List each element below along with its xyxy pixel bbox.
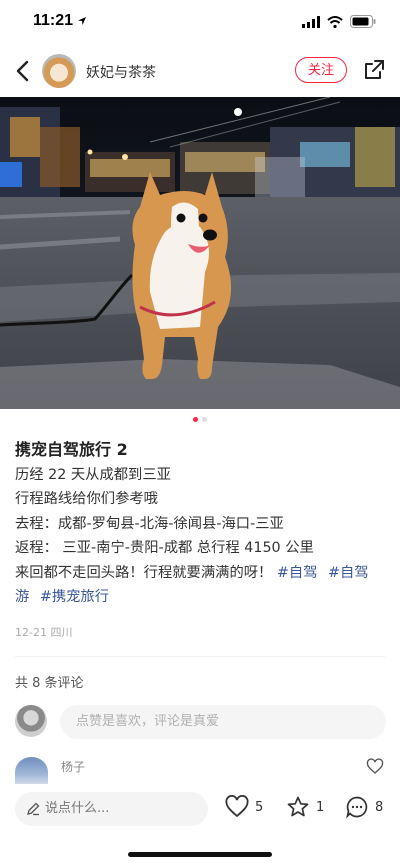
post-photo[interactable] [0, 97, 400, 409]
post-title: 携宠自驾旅行 2 [15, 440, 128, 459]
status-bar: 11:21 [0, 0, 400, 44]
back-arrow-icon[interactable] [12, 58, 34, 84]
home-indicator [128, 852, 272, 857]
hashtag-link[interactable]: #自驾 [328, 565, 369, 581]
corgi-night-street-image [0, 97, 400, 409]
post-line: 历经 22 天从成都到三亚 [15, 467, 171, 483]
bottom-action-bar: 说点什么... 5 1 8 [0, 784, 400, 864]
post-line: 行程路线给你们参考哦 [15, 491, 158, 508]
follow-button[interactable]: 关注 [295, 57, 347, 83]
author-name[interactable]: 妖妃与茶茶 [86, 62, 156, 82]
post-line: 来回都不走回头路！行程就要满满的呀！ [15, 564, 273, 581]
comment-button[interactable]: 8 [344, 795, 383, 819]
wifi-icon [327, 15, 343, 28]
comment-bubble-icon [346, 796, 368, 819]
share-icon[interactable] [362, 58, 386, 82]
post-body: 历经 22 天从成都到三亚 行程路线给你们参考哦 去程：成都-罗甸县-北海-徐闻… [15, 463, 387, 609]
battery-icon [350, 15, 376, 28]
post-date-location: 12-21 四川 [15, 626, 73, 639]
heart-icon [225, 795, 249, 818]
status-time: 11:21 [33, 12, 74, 29]
comment-input[interactable]: 点赞是喜欢，评论是真爱 [60, 705, 386, 739]
comment-count: 8 [375, 799, 384, 815]
status-icons [302, 15, 376, 28]
post-tag-line: 游 #携宠旅行 [15, 585, 387, 609]
post-header: 妖妃与茶茶 关注 [0, 48, 400, 94]
like-count: 5 [255, 799, 264, 815]
divider [15, 656, 385, 657]
star-icon [287, 796, 309, 817]
author-avatar[interactable] [42, 54, 76, 88]
post-line: 去程：成都-罗甸县-北海-徐闻县-海口-三亚 [15, 515, 284, 532]
signal-icon [302, 15, 320, 28]
say-something-placeholder: 说点什么... [45, 801, 110, 816]
comment-like-icon[interactable] [366, 758, 384, 776]
hashtag-link-continued[interactable]: 游 [15, 589, 29, 605]
hashtag-link[interactable]: #自驾 [277, 565, 318, 581]
comments-count: 共 8 条评论 [15, 676, 84, 691]
like-button[interactable]: 5 [224, 795, 263, 819]
pen-icon [27, 802, 40, 816]
pager-dot-active [193, 417, 198, 422]
image-pager-dots [0, 417, 400, 422]
pager-dot [202, 417, 207, 422]
star-count: 1 [316, 799, 325, 815]
post-line: 返程： 三亚-南宁-贵阳-成都 总行程 4150 公里 [15, 540, 314, 557]
location-arrow-icon [78, 17, 86, 25]
my-avatar [15, 705, 47, 737]
commenter-avatar[interactable] [15, 757, 48, 787]
commenter-name[interactable]: 杨子 [61, 758, 85, 775]
post-line-with-tags: 来回都不走回头路！行程就要满满的呀！ #自驾 #自驾 [15, 561, 387, 585]
hashtag-link[interactable]: #携宠旅行 [40, 589, 109, 605]
collect-button[interactable]: 1 [285, 795, 324, 819]
say-something-input[interactable]: 说点什么... [15, 792, 208, 826]
